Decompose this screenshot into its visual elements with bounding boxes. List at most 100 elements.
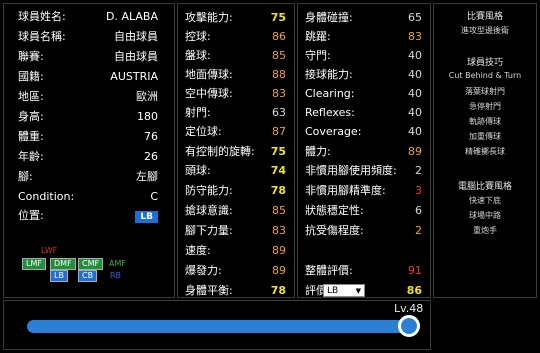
stat-row: 速度: 89 [178, 241, 294, 261]
rating-row: 評價 LB ▼ 86 [298, 281, 430, 301]
position-select-value: LB [327, 286, 339, 296]
stat-row: 搶球意識: 85 [178, 201, 294, 221]
info-value: 自由球員 [114, 30, 158, 43]
stat-value: 89 [272, 264, 286, 277]
stat-value: 75 [270, 145, 286, 158]
stat-label: Reflexes: [305, 106, 355, 119]
stat-value: 88 [272, 68, 286, 81]
info-value: 自由球員 [114, 50, 158, 63]
stat-value: 89 [272, 244, 286, 257]
info-label: 聯賽: [18, 50, 44, 63]
stat-value: 65 [408, 11, 422, 24]
position-select[interactable]: LB ▼ [323, 284, 365, 297]
playing-style-heading: 比賽風格 [466, 12, 503, 22]
stat-row: 空中傳球: 83 [178, 84, 294, 104]
stat-row: 接球能力: 40 [298, 65, 430, 85]
stat-row: 頭球: 74 [178, 161, 294, 181]
stat-row: 守門: 40 [298, 46, 430, 66]
stat-value: 63 [272, 106, 286, 119]
stat-label: 爆發力: [185, 264, 222, 277]
stat-row: 抗受傷程度: 2 [298, 221, 430, 241]
info-label: 地區: [18, 90, 44, 103]
stat-value: 74 [270, 164, 286, 177]
info-row-region: 地區: 歐洲 [4, 87, 174, 107]
stat-row: 狀態穩定性: 6 [298, 201, 430, 221]
skill-item: 軌跡傳球 [469, 117, 501, 126]
stat-label: 有控制的旋轉: [185, 145, 255, 158]
stat-value: 40 [408, 87, 422, 100]
stat-label: 非慣用腳使用頻度: [305, 164, 397, 177]
overall-row: 整體評價: 91 [298, 261, 430, 281]
skill-item: 加重傳球 [469, 132, 501, 141]
level-slider-handle[interactable] [398, 315, 420, 337]
stat-value: 3 [415, 184, 422, 197]
info-row-weight: 體重: 76 [4, 127, 174, 147]
stat-label: 防守能力: [185, 184, 233, 197]
info-row-league: 聯賽: 自由球員 [4, 47, 174, 67]
info-value: 左腳 [136, 170, 158, 183]
stat-label: 體力: [305, 145, 331, 158]
stat-label: 攻擊能力: [185, 11, 233, 24]
level-slider-panel: Lv.48 [3, 300, 431, 350]
stat-label: 定位球: [185, 125, 222, 138]
position-lb: LB [50, 270, 68, 282]
stat-row: 控球: 86 [178, 27, 294, 47]
skill-item: Cut Behind & Turn [448, 71, 522, 80]
stat-value: 40 [408, 125, 422, 138]
info-row-age: 年齡: 26 [4, 147, 174, 167]
position-rb: RB [110, 271, 122, 280]
stat-row: 跳躍: 83 [298, 27, 430, 47]
stat-row: Coverage: 40 [298, 122, 430, 142]
stat-label: 身體碰撞: [305, 11, 353, 24]
stat-label: 抗受傷程度: [305, 224, 364, 237]
stat-label: 腳下力量: [185, 224, 233, 237]
stat-value: 6 [415, 204, 422, 217]
stat-value: 40 [408, 68, 422, 81]
stat-row: 非慣用腳精準度: 3 [298, 181, 430, 201]
info-value: AUSTRIA [110, 70, 158, 83]
stat-label: Clearing: [305, 87, 355, 100]
skill-item: 精確擲長球 [465, 147, 505, 156]
stat-row: 腳下力量: 83 [178, 221, 294, 241]
stat-value: 83 [272, 224, 286, 237]
stat-row: 定位球: 87 [178, 122, 294, 142]
info-row-position: 位置: LB [4, 206, 174, 226]
stat-label: 接球能力: [305, 68, 353, 81]
stat-value: 40 [408, 106, 422, 119]
player-info-panel: 球員姓名: D. ALABA 球員名稱: 自由球員 聯賽: 自由球員 國籍: A… [3, 3, 175, 298]
stat-value: 2 [415, 164, 422, 177]
position-dmf: DMF [50, 258, 76, 270]
position-badge-container: LB [135, 206, 158, 226]
info-label: 位置: [18, 209, 44, 222]
info-label: 球員姓名: [18, 10, 66, 23]
info-value: 76 [144, 130, 158, 143]
position-lwf: LWF [41, 246, 58, 255]
stat-label: 身體平衡: [185, 284, 233, 297]
level-label: Lv.48 [394, 302, 424, 315]
info-value: 180 [137, 110, 158, 123]
stats-panel-left: 攻擊能力: 75 控球: 86 盤球: 85 地面傳球: 88 空中傳球: 83 射門: 6… [177, 3, 295, 298]
stat-row: 身體碰撞: 65 [298, 8, 430, 28]
position-amf: AMF [109, 259, 126, 268]
level-slider-track[interactable] [27, 320, 414, 333]
stat-row: 爆發力: 89 [178, 261, 294, 281]
stat-label: Coverage: [305, 125, 362, 138]
com-style-item: 重炮手 [473, 226, 497, 235]
stat-value: 75 [270, 11, 286, 24]
info-value: 26 [144, 150, 158, 163]
stats-panel-right: 身體碰撞: 65 跳躍: 83 守門: 40 接球能力: 40 Clearing: 40 … [297, 3, 431, 298]
stat-row: 體力: 89 [298, 142, 430, 162]
stat-value: 85 [272, 49, 286, 62]
info-label: 體重: [18, 130, 44, 143]
info-row-foot: 腳: 左腳 [4, 167, 174, 187]
stat-value: 83 [408, 30, 422, 43]
com-style-heading: 電腦比賽風格 [457, 182, 512, 192]
stat-value: 40 [408, 49, 422, 62]
skill-item: 落葉球射門 [465, 87, 505, 96]
stat-label: 速度: [185, 244, 211, 257]
info-row-condition: Condition: C [4, 187, 174, 207]
stat-row: 身體平衡: 78 [178, 281, 294, 301]
info-label: 球員名稱: [18, 30, 66, 43]
position-cmf: CMF [78, 258, 104, 270]
stat-row: 地面傳球: 88 [178, 65, 294, 85]
